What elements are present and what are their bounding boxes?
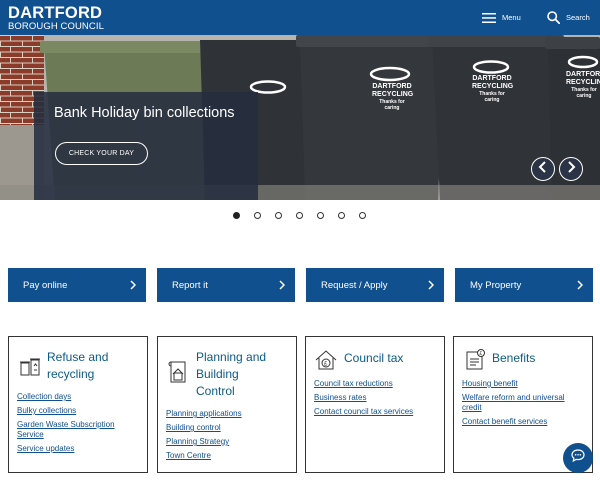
card-links: Housing benefit Welfare reform and unive…	[462, 379, 565, 431]
link-welfare-reform[interactable]: Welfare reform and universal credit	[462, 393, 565, 412]
site-header: DARTFORD BOROUGH COUNCIL Menu Search	[0, 0, 600, 35]
quick-link-label: Pay online	[23, 279, 68, 291]
card-title[interactable]: Benefits	[492, 350, 535, 367]
search-button[interactable]: Search	[547, 0, 590, 35]
carousel-dot[interactable]	[359, 212, 366, 219]
carousel-prev-button[interactable]	[531, 157, 555, 181]
check-your-day-button[interactable]: CHECK YOUR DAY	[55, 142, 148, 165]
council-logo[interactable]: DARTFORD BOROUGH COUNCIL	[8, 5, 104, 32]
chevron-right-icon	[428, 280, 435, 293]
benefits-document-icon: £	[464, 349, 486, 376]
carousel-next-button[interactable]	[559, 157, 583, 181]
quick-link-label: Request / Apply	[321, 279, 388, 291]
card-title[interactable]: Refuse and recycling	[47, 349, 108, 383]
link-collection-days[interactable]: Collection days	[17, 392, 115, 402]
link-town-centre[interactable]: Town Centre	[166, 451, 242, 461]
card-title[interactable]: Planning and Building Control	[196, 349, 266, 400]
link-contact-council-tax[interactable]: Contact council tax services	[314, 407, 413, 417]
carousel-dots	[0, 210, 600, 222]
link-garden-waste[interactable]: Garden Waste Subscription Service	[17, 420, 115, 439]
chat-button[interactable]	[563, 443, 593, 473]
logo-subtitle: BOROUGH COUNCIL	[8, 21, 104, 32]
request-apply-button[interactable]: Request / Apply	[306, 268, 444, 302]
chevron-right-icon	[566, 160, 576, 178]
card-title[interactable]: Council tax	[344, 350, 403, 367]
chevron-right-icon	[130, 280, 137, 293]
menu-label: Menu	[502, 13, 521, 22]
chevron-left-icon	[538, 160, 548, 178]
link-building-control[interactable]: Building control	[166, 423, 242, 433]
service-card-refuse: Refuse and recycling Collection days Bul…	[8, 336, 148, 473]
search-icon	[547, 11, 560, 24]
recycling-bins-icon	[19, 355, 41, 382]
link-planning-strategy[interactable]: Planning Strategy	[166, 437, 242, 447]
chevron-right-icon	[279, 280, 286, 293]
carousel-dot[interactable]	[275, 212, 282, 219]
service-card-planning: Planning and Building Control Planning a…	[157, 336, 297, 473]
link-business-rates[interactable]: Business rates	[314, 393, 413, 403]
card-links: Planning applications Building control P…	[166, 409, 242, 465]
house-pound-icon: £	[315, 349, 337, 376]
pay-online-button[interactable]: Pay online	[8, 268, 146, 302]
menu-button[interactable]: Menu	[482, 0, 521, 35]
card-links: Collection days Bulky collections Garden…	[17, 392, 115, 458]
chat-icon	[571, 449, 585, 467]
hero-caption-panel: Bank Holiday bin collections CHECK YOUR …	[34, 92, 258, 200]
link-contact-benefit[interactable]: Contact benefit services	[462, 417, 565, 427]
building-plans-icon	[167, 360, 189, 389]
chevron-right-icon	[577, 280, 584, 293]
carousel-dot[interactable]	[317, 212, 324, 219]
link-council-tax-reductions[interactable]: Council tax reductions	[314, 379, 413, 389]
carousel-dot[interactable]	[338, 212, 345, 219]
carousel-dot[interactable]	[233, 212, 240, 219]
quick-link-label: Report it	[172, 279, 208, 291]
link-planning-applications[interactable]: Planning applications	[166, 409, 242, 419]
link-service-updates[interactable]: Service updates	[17, 444, 115, 454]
hamburger-icon	[482, 12, 496, 23]
link-bulky-collections[interactable]: Bulky collections	[17, 406, 115, 416]
logo-title: DARTFORD	[8, 4, 103, 22]
hero-title: Bank Holiday bin collections	[54, 105, 235, 121]
service-card-council-tax: £ Council tax Council tax reductions Bus…	[305, 336, 445, 473]
hero-carousel: DARTFORD RECYCLING Thanks for caring DAR…	[0, 35, 600, 200]
carousel-dot[interactable]	[296, 212, 303, 219]
my-property-button[interactable]: My Property	[455, 268, 593, 302]
carousel-dot[interactable]	[254, 212, 261, 219]
svg-text:£: £	[479, 351, 482, 357]
quick-link-label: My Property	[470, 279, 522, 291]
search-label: Search	[566, 13, 590, 22]
report-it-button[interactable]: Report it	[157, 268, 295, 302]
link-housing-benefit[interactable]: Housing benefit	[462, 379, 565, 389]
card-links: Council tax reductions Business rates Co…	[314, 379, 413, 421]
